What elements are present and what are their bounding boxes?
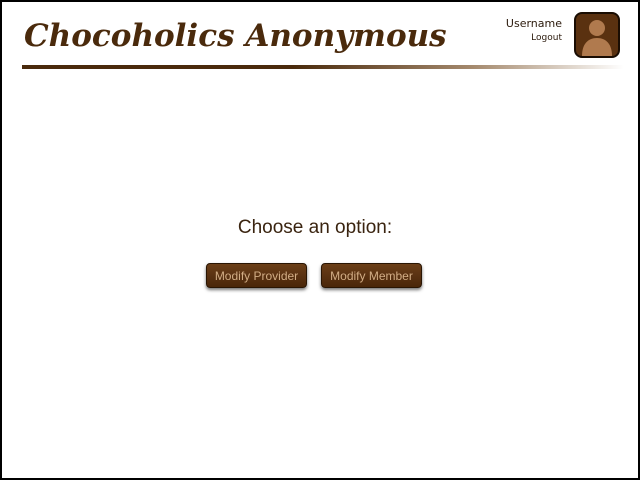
avatar[interactable] <box>574 12 620 58</box>
username-label: Username <box>505 17 562 30</box>
logout-link[interactable]: Logout <box>531 33 562 43</box>
modify-member-button[interactable]: Modify Member <box>321 263 422 288</box>
user-avatar-icon <box>582 20 612 56</box>
app-window: Chocoholics Anonymous Username Logout Ch… <box>0 0 640 480</box>
header-divider <box>22 65 624 69</box>
modify-provider-button[interactable]: Modify Provider <box>206 263 307 288</box>
app-title: Chocoholics Anonymous <box>24 18 447 54</box>
choose-option-prompt: Choose an option: <box>237 217 393 238</box>
